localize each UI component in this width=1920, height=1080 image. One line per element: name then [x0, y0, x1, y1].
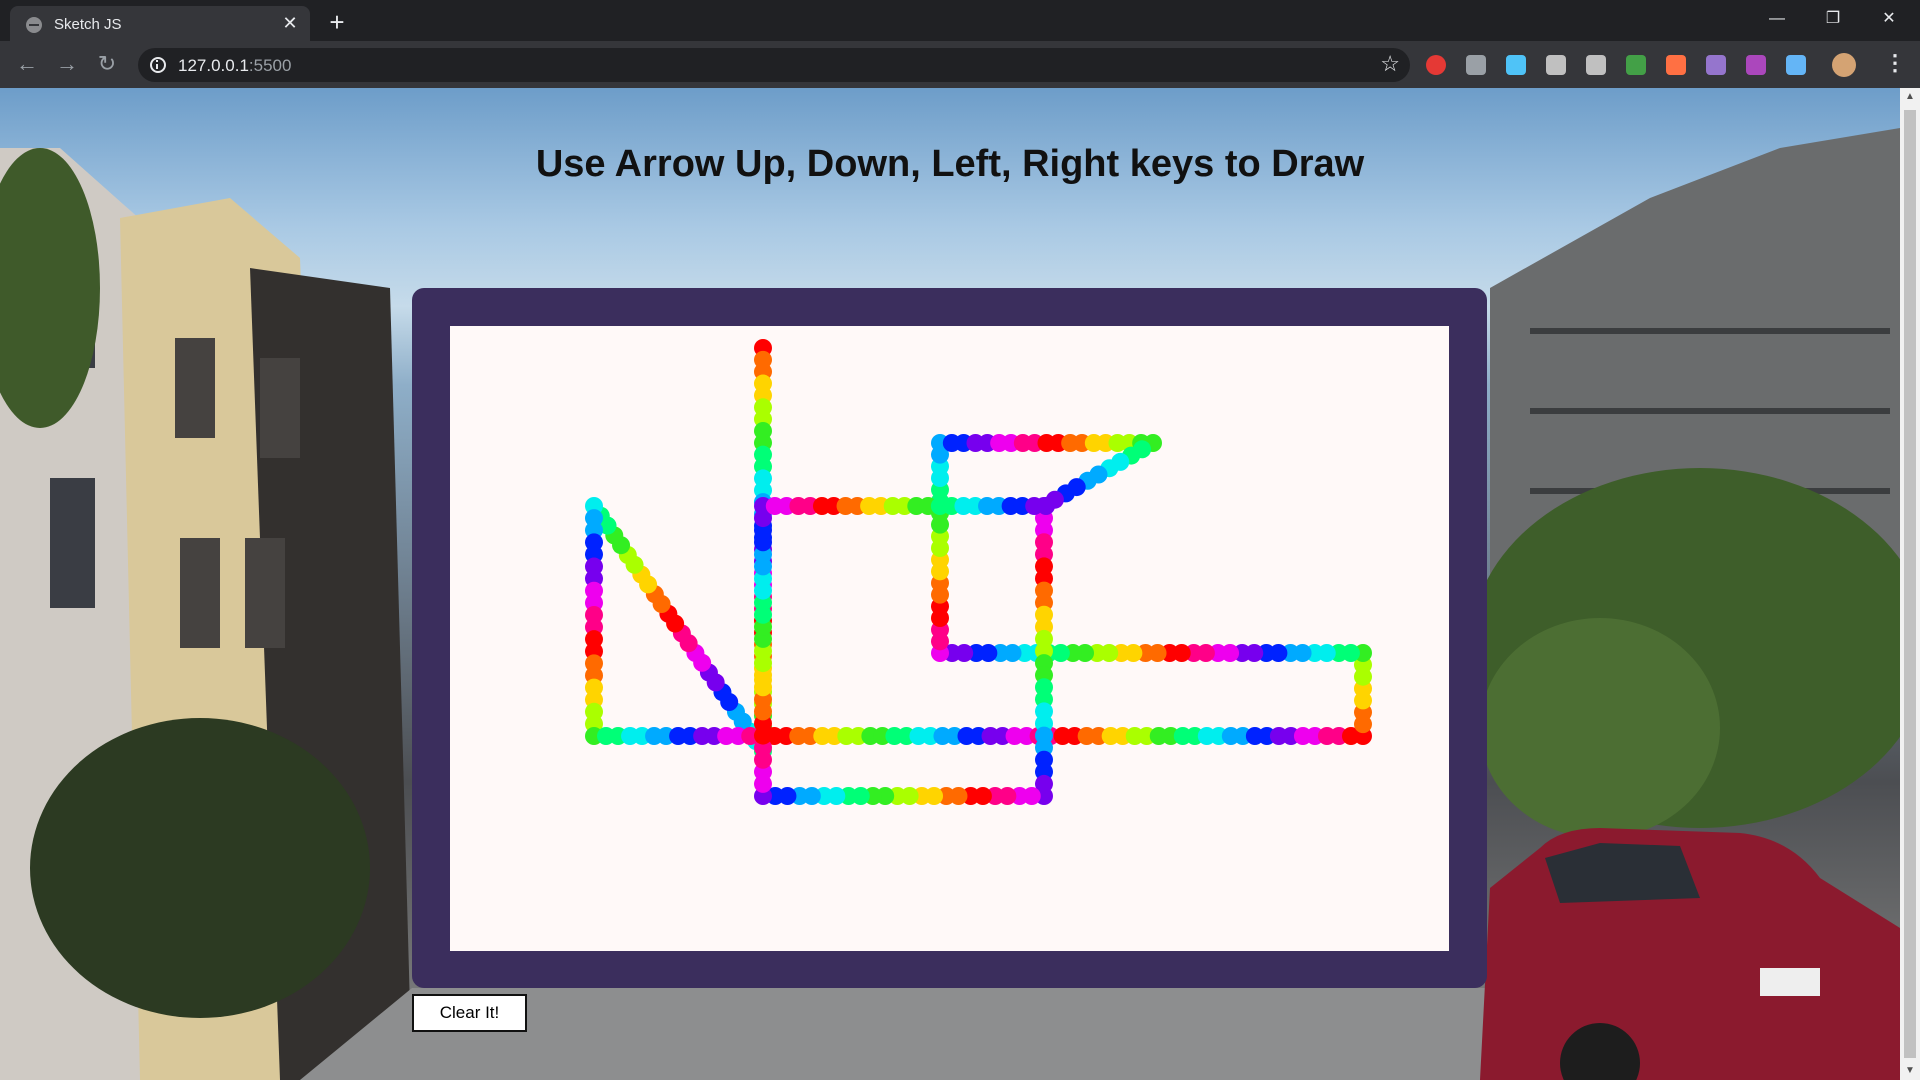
- globe-icon: [26, 17, 42, 33]
- browser-tab[interactable]: Sketch JS ✕: [10, 6, 310, 41]
- tab-close-icon[interactable]: ✕: [278, 11, 302, 35]
- info-icon[interactable]: [150, 57, 166, 73]
- scroll-down-icon[interactable]: ▼: [1900, 1062, 1920, 1080]
- camera-extension-icon[interactable]: [1586, 55, 1606, 75]
- vimeo-extension-icon[interactable]: [1546, 55, 1566, 75]
- scroll-thumb[interactable]: [1904, 110, 1916, 1058]
- address-bar[interactable]: 127.0.0.1:5500 ☆: [138, 48, 1410, 82]
- reload-icon[interactable]: ↻: [92, 50, 122, 80]
- page-viewport: Use Arrow Up, Down, Left, Right keys to …: [0, 88, 1920, 1080]
- back-arrow-icon[interactable]: ←: [12, 50, 42, 80]
- clear-button[interactable]: Clear It!: [412, 994, 527, 1032]
- sketch-drawing: [585, 339, 1372, 805]
- circle-extension-icon[interactable]: [1746, 55, 1766, 75]
- bookmark-star-icon[interactable]: ☆: [1380, 51, 1400, 77]
- sketch-frame: [412, 288, 1487, 988]
- yab-extension-icon[interactable]: [1426, 55, 1446, 75]
- close-window-button[interactable]: ✕: [1866, 0, 1912, 38]
- sketch-canvas[interactable]: [450, 326, 1449, 951]
- profile-avatar[interactable]: [1832, 53, 1856, 77]
- purple-extension-icon[interactable]: [1706, 55, 1726, 75]
- browser-toolbar: ← → ↻ 127.0.0.1:5500 ☆ ⋮: [0, 41, 1920, 88]
- scrollbar[interactable]: ▲ ▼: [1900, 88, 1920, 1080]
- page-heading: Use Arrow Up, Down, Left, Right keys to …: [535, 143, 1365, 185]
- forward-arrow-icon[interactable]: →: [52, 50, 82, 80]
- restore-button[interactable]: ❐: [1810, 0, 1856, 38]
- window-extension-icon[interactable]: [1506, 55, 1526, 75]
- leaf-extension-icon[interactable]: [1626, 55, 1646, 75]
- picture-in-picture-icon[interactable]: [1466, 55, 1486, 75]
- pen-extension-icon[interactable]: [1786, 55, 1806, 75]
- sketch-dot: [1037, 497, 1055, 515]
- tab-title: Sketch JS: [54, 16, 122, 33]
- more-menu-icon[interactable]: ⋮: [1884, 50, 1906, 76]
- url-host: 127.0.0.1: [178, 56, 249, 75]
- new-tab-button[interactable]: +: [322, 8, 352, 38]
- url-text: 127.0.0.1:5500: [178, 56, 291, 76]
- scroll-up-icon[interactable]: ▲: [1900, 88, 1920, 106]
- owl-extension-icon[interactable]: [1666, 55, 1686, 75]
- url-port: :5500: [248, 56, 292, 75]
- minimize-button[interactable]: —: [1754, 0, 1800, 38]
- tab-strip: Sketch JS ✕ + — ❐ ✕: [0, 0, 1920, 41]
